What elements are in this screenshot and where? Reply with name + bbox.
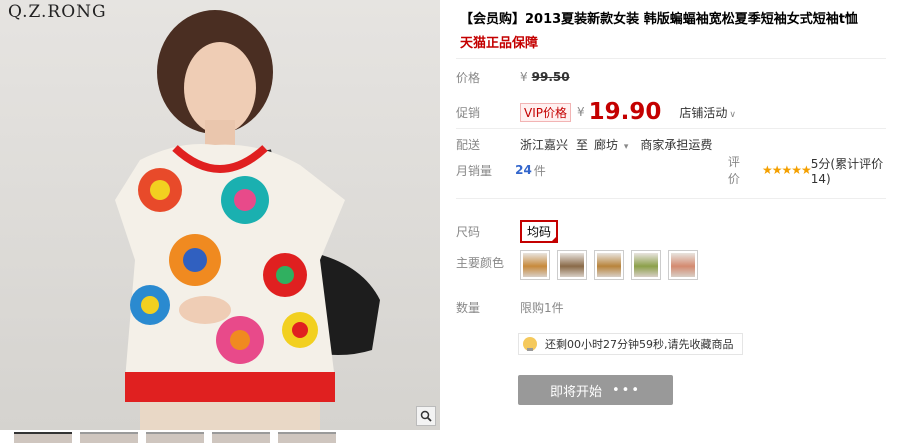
- rating-label: 评价: [727, 155, 740, 186]
- thumbnail[interactable]: [212, 432, 270, 443]
- monthly-sales-label: 月销量: [456, 163, 493, 178]
- buy-button[interactable]: 即将开始 •••: [518, 375, 673, 405]
- promo-price: 19.90: [588, 99, 662, 125]
- color-swatch[interactable]: [594, 250, 624, 280]
- promo-label: 促销: [456, 105, 481, 120]
- zoom-icon[interactable]: [416, 406, 436, 426]
- promo-price-row: 促销 VIP价格 ¥ 19.90 店铺活动 ∨: [456, 98, 896, 126]
- size-option-selected[interactable]: 均码: [520, 219, 559, 243]
- divider: [456, 128, 886, 129]
- monthly-sales-unit: 件: [533, 163, 546, 178]
- buy-button-dots: •••: [612, 382, 642, 398]
- thumbnail-strip: [0, 432, 440, 443]
- color-label: 主要颜色: [456, 256, 505, 270]
- vip-price-tag: VIP价格: [520, 102, 571, 122]
- ship-to-word: 至: [576, 137, 589, 152]
- product-title: 【会员购】2013夏装新款女装 韩版蝙蝠袖宽松夏季短袖女式短袖t恤: [460, 12, 858, 27]
- thumbnail[interactable]: [14, 432, 72, 443]
- color-swatch[interactable]: [557, 250, 587, 280]
- rating-text[interactable]: 5分(累计评价14): [811, 155, 896, 186]
- shipping-label: 配送: [456, 137, 481, 152]
- buy-button-label: 即将开始: [549, 384, 602, 400]
- product-main-image[interactable]: Q.Z.RONG: [0, 0, 440, 430]
- quantity-label: 数量: [456, 300, 481, 315]
- divider: [456, 58, 886, 59]
- chevron-down-icon: ∨: [729, 109, 737, 120]
- color-swatch[interactable]: [631, 250, 661, 280]
- thumbnail[interactable]: [146, 432, 204, 443]
- store-activity-label: 店铺活动: [679, 105, 728, 120]
- original-price: 99.50: [531, 70, 570, 84]
- thumbnail[interactable]: [80, 432, 138, 443]
- original-price-row: 价格 ¥ 99.50: [456, 66, 896, 88]
- shipping-note: 商家承担运费: [640, 137, 713, 152]
- brand-logo: Q.Z.RONG: [8, 2, 107, 22]
- ship-to-dropdown[interactable]: 廊坊 ▾: [594, 136, 628, 153]
- currency-symbol: ¥: [520, 70, 528, 84]
- sales-row: 月销量 24 件 评价 ★★★★★ 5分(累计评价14): [456, 155, 896, 186]
- size-label: 尺码: [456, 224, 481, 239]
- monthly-sales-count: 24: [515, 163, 532, 177]
- size-row: 尺码 均码: [456, 219, 896, 243]
- color-swatch[interactable]: [668, 250, 698, 280]
- color-swatches: [520, 250, 698, 280]
- countdown-tip: 还剩00小时27分钟59秒,请先收藏商品: [518, 333, 743, 355]
- rating-stars: ★★★★★: [761, 163, 812, 177]
- lightbulb-icon: [523, 337, 537, 351]
- product-info-panel: 【会员购】2013夏装新款女装 韩版蝙蝠袖宽松夏季短袖女式短袖t恤 天猫正品保障…: [456, 0, 900, 443]
- thumbnail[interactable]: [278, 432, 336, 443]
- guarantee-badge[interactable]: 天猫正品保障: [460, 32, 538, 51]
- color-swatch[interactable]: [520, 250, 550, 280]
- ship-to-city: 廊坊: [594, 137, 619, 152]
- price-label: 价格: [456, 70, 481, 85]
- store-activity-dropdown[interactable]: 店铺活动 ∨: [679, 104, 736, 121]
- purchase-limit: 限购1件: [520, 300, 564, 315]
- quantity-row: 数量 限购1件: [456, 296, 896, 318]
- ship-from: 浙江嘉兴: [520, 137, 569, 152]
- currency-symbol: ¥: [577, 105, 585, 119]
- model-photo: [115, 10, 380, 430]
- caret-down-icon: ▾: [623, 141, 629, 152]
- countdown-text: 还剩00小时27分钟59秒,请先收藏商品: [545, 338, 734, 351]
- shipping-row: 配送 浙江嘉兴 至 廊坊 ▾ 商家承担运费: [456, 133, 896, 155]
- color-row: 主要颜色: [456, 250, 896, 284]
- divider: [456, 198, 886, 199]
